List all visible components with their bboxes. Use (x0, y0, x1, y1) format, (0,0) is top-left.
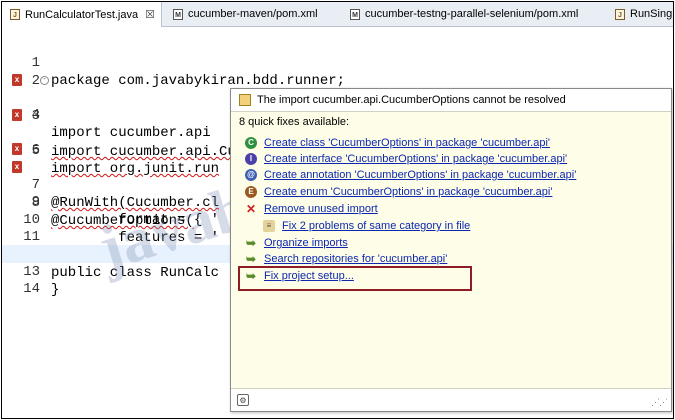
error-marker-icon[interactable]: x (12, 161, 22, 173)
error-marker-icon[interactable]: x (12, 109, 22, 121)
quick-fix-popup: The import cucumber.api.CucumberOptions … (230, 88, 672, 412)
tab-label: RunSing (630, 8, 673, 20)
quick-fix-link[interactable]: Create interface 'CucumberOptions' in pa… (264, 153, 567, 165)
quick-fix-create-class[interactable]: C Create class 'CucumberOptions' in pack… (245, 135, 550, 151)
quick-fix-link[interactable]: Remove unused import (264, 203, 378, 215)
resize-grip-icon[interactable]: ⋰⋰ (651, 397, 668, 408)
quick-fix-link[interactable]: Create annotation 'CucumberOptions' in p… (264, 169, 576, 181)
remove-icon: ✕ (245, 202, 257, 216)
create-enum-icon: E (245, 186, 257, 198)
quick-fix-link[interactable]: Create enum 'CucumberOptions' in package… (264, 186, 552, 198)
close-tab-icon[interactable]: ☒ (145, 8, 155, 21)
popup-header-text: The import cucumber.api.CucumberOptions … (257, 94, 566, 106)
quick-fix-link[interactable]: Search repositories for 'cucumber.api' (264, 253, 447, 265)
editor-tab-bar: J RunCalculatorTest.java ☒ M cucumber-ma… (2, 2, 673, 27)
arrow-fix-icon: ➥ (245, 252, 257, 266)
quick-fix-create-annotation[interactable]: @ Create annotation 'CucumberOptions' in… (245, 167, 576, 183)
tab-run-calculator-test[interactable]: J RunCalculatorTest.java ☒ (2, 2, 162, 27)
maven-pom-icon: M (173, 8, 183, 20)
quick-fix-create-enum[interactable]: E Create enum 'CucumberOptions' in packa… (245, 184, 552, 200)
highlight-box (238, 266, 472, 291)
maven-pom-icon: M (350, 8, 360, 20)
tab-label: cucumber-testng-parallel-selenium/pom.xm… (365, 8, 579, 20)
line-number: 14 (23, 281, 40, 297)
quick-fix-search-repositories[interactable]: ➥ Search repositories for 'cucumber.api' (245, 251, 447, 267)
tab-cucumber-testng-pom[interactable]: M cucumber-testng-parallel-selenium/pom.… (342, 2, 578, 26)
quick-fix-count: 8 quick fixes available: (239, 116, 350, 128)
error-marker-icon[interactable]: x (12, 74, 22, 86)
quick-fix-organize-imports[interactable]: ➥ Organize imports (245, 235, 348, 251)
tab-label: cucumber-maven/pom.xml (188, 8, 318, 20)
ide-window: J RunCalculatorTest.java ☒ M cucumber-ma… (1, 1, 674, 419)
tab-cucumber-maven-pom[interactable]: M cucumber-maven/pom.xml (165, 2, 318, 26)
quick-fix-remove-import[interactable]: ✕ Remove unused import (245, 201, 378, 217)
java-file-icon: J (10, 9, 20, 20)
popup-footer: ⚙ ⋰⋰ (231, 388, 671, 411)
tab-label: RunCalculatorTest.java (25, 8, 139, 21)
fold-icon[interactable]: - (40, 76, 49, 85)
code-line: 2 (2, 54, 673, 89)
problem-icon (239, 94, 251, 106)
quick-fix-link[interactable]: Create class 'CucumberOptions' in packag… (264, 137, 550, 149)
create-interface-icon: I (245, 153, 257, 165)
popup-header: The import cucumber.api.CucumberOptions … (231, 89, 671, 112)
error-marker-icon[interactable]: x (12, 143, 22, 155)
create-class-icon: C (245, 137, 257, 149)
java-file-icon: J (615, 8, 625, 20)
create-annotation-icon: @ (245, 169, 257, 181)
quick-fix-create-interface[interactable]: I Create interface 'CucumberOptions' in … (245, 151, 567, 167)
code-line: 1 package com.javabykiran.bdd.runner; (2, 36, 673, 89)
tab-run-sing[interactable]: J RunSing (607, 2, 672, 26)
arrow-fix-icon: ➥ (245, 236, 257, 250)
fix-multiple-icon: ≡ (263, 220, 275, 232)
quick-fix-fix-multiple[interactable]: ≡ Fix 2 problems of same category in fil… (263, 218, 470, 234)
code-line: x 3 - import cucumber.api.CucumberOption… (2, 71, 673, 160)
quick-fix-link[interactable]: Organize imports (264, 237, 348, 249)
quick-fix-link[interactable]: Fix 2 problems of same category in file (282, 220, 470, 232)
preferences-icon[interactable]: ⚙ (237, 394, 249, 406)
